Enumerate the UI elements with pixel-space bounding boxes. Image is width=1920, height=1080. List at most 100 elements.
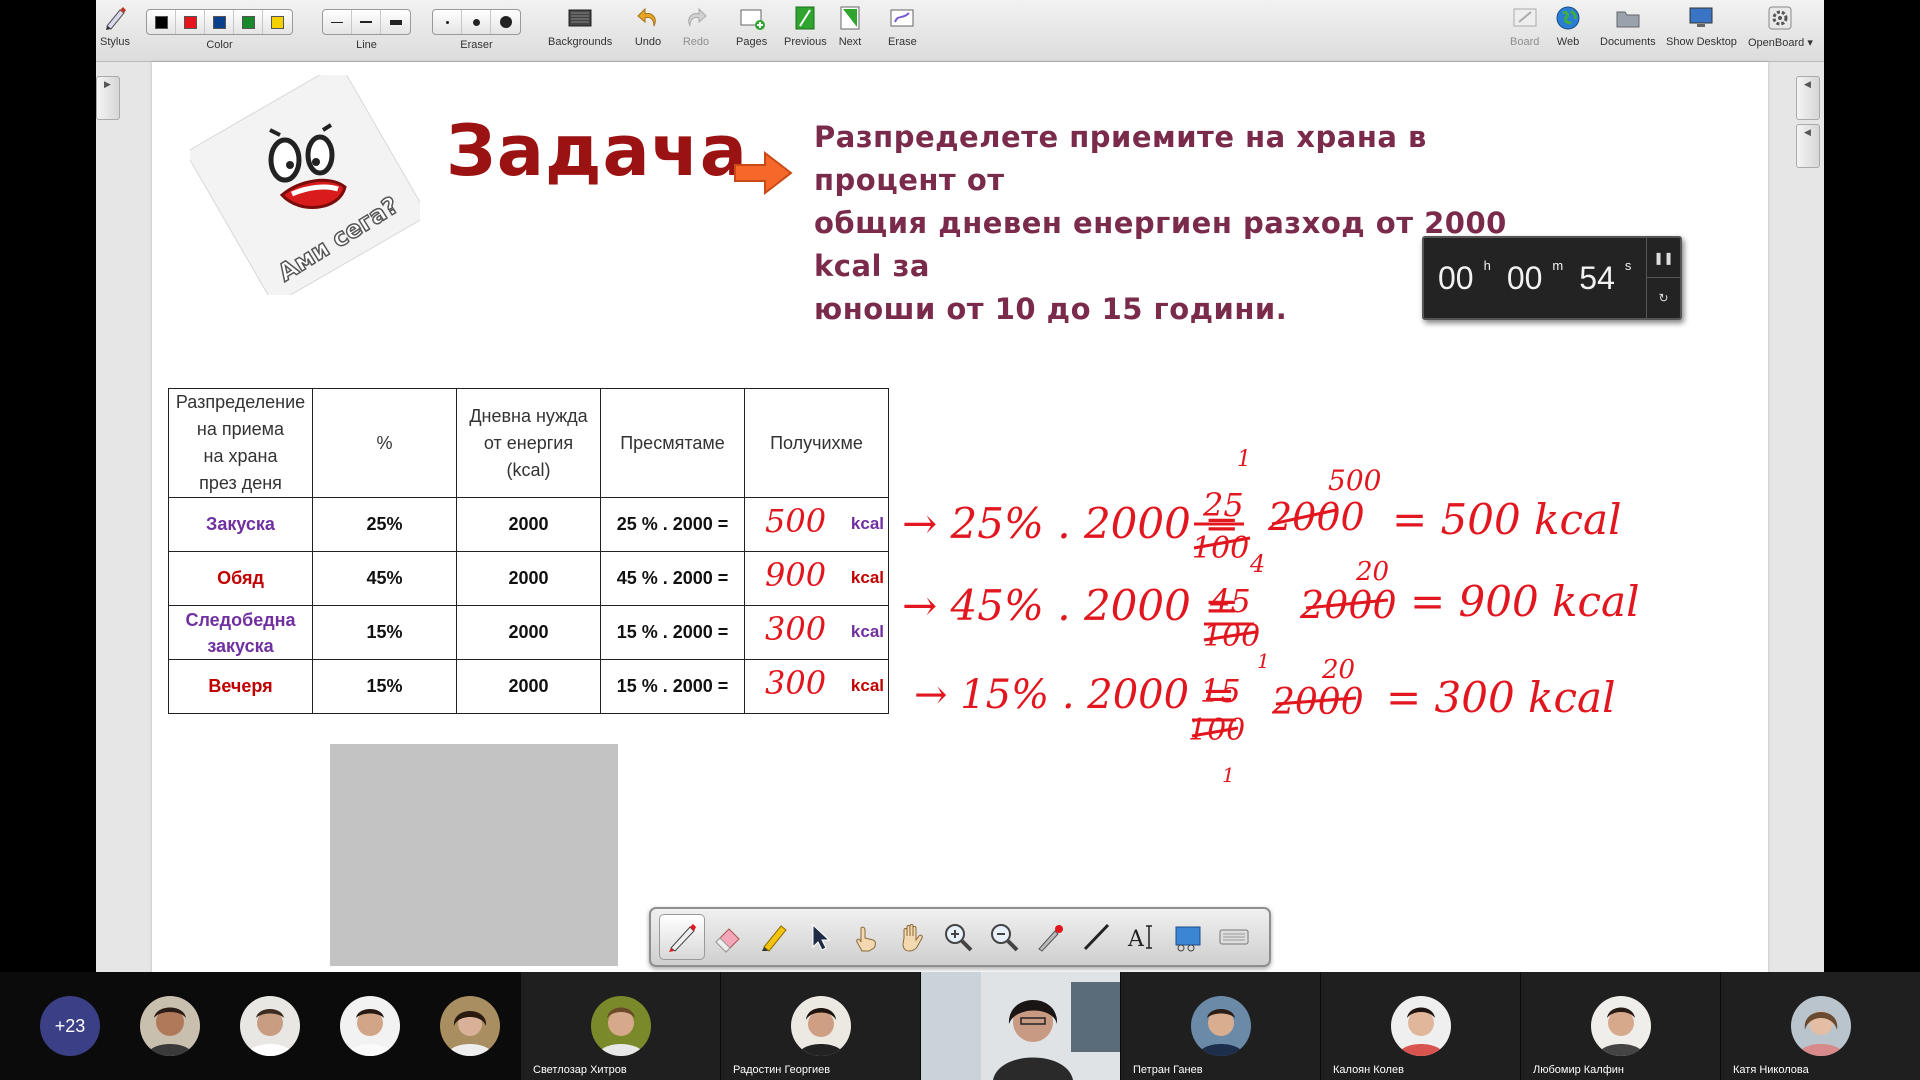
- slide-title: Задача: [446, 110, 749, 192]
- table-header-cell: Дневна нужда от енергия (kcal): [456, 388, 601, 498]
- participant-tile[interactable]: Радостин Георгиев: [721, 972, 920, 1080]
- participant-name: Калоян Колев: [1333, 1064, 1404, 1076]
- previous-button[interactable]: Previous: [784, 4, 827, 48]
- table-row: Обяд 45% 2000 45 % . 2000 = 900 kcal: [168, 551, 889, 606]
- color-yellow-button[interactable]: [263, 10, 292, 34]
- header-line: на храна: [203, 446, 278, 466]
- screen: Stylus Color Line Eraser Backgrounds Und…: [0, 0, 1920, 1080]
- calc-cell: 25 % . 2000 =: [600, 497, 745, 552]
- pointer-icon: [812, 923, 831, 951]
- energy-cell: 2000: [456, 659, 601, 714]
- participant-avatar[interactable]: [140, 996, 200, 1056]
- web-button[interactable]: Web: [1554, 4, 1582, 48]
- zoom-in-icon: [945, 924, 973, 952]
- board-button[interactable]: Board: [1510, 4, 1539, 48]
- line-thick-button[interactable]: [381, 10, 410, 34]
- backgrounds-button[interactable]: Backgrounds: [548, 4, 612, 48]
- reset-icon: ↻: [1658, 291, 1669, 305]
- hand-icon: [902, 924, 923, 952]
- pen-tool-button[interactable]: [659, 914, 705, 960]
- participant-tile[interactable]: Петран Ганев: [1121, 972, 1320, 1080]
- highlighter-tool-button[interactable]: [751, 914, 797, 960]
- line-medium-button[interactable]: [352, 10, 381, 34]
- eraser-large-button[interactable]: [491, 10, 520, 34]
- result-unit: kcal: [850, 514, 884, 533]
- backgrounds-label: Backgrounds: [548, 36, 613, 48]
- timer-m-unit: m: [1552, 258, 1564, 273]
- participant-tile[interactable]: Любомир Калфин: [1521, 972, 1720, 1080]
- properties-icon: ◀: [1804, 128, 1811, 138]
- energy-cell: 2000: [456, 497, 601, 552]
- result-value: 300: [765, 664, 827, 702]
- pen-icon: [669, 924, 696, 952]
- participant-tile[interactable]: Катя Николова: [1721, 972, 1920, 1080]
- play-tool-button[interactable]: [843, 914, 889, 960]
- pages-icon: [738, 4, 766, 32]
- result-cell: 500 kcal: [744, 497, 889, 552]
- board-label: Board: [1510, 36, 1540, 48]
- next-button[interactable]: Next: [836, 4, 864, 48]
- color-green-button[interactable]: [234, 10, 263, 34]
- teacher-video-tile[interactable]: [921, 972, 1120, 1080]
- color-blue-button[interactable]: [205, 10, 234, 34]
- laser-pointer-tool-button[interactable]: [1027, 914, 1073, 960]
- line-thin-button[interactable]: [323, 10, 352, 34]
- stopwatch-widget[interactable]: 00 h 00 m 54 s ❚❚ ↻: [1422, 236, 1682, 320]
- zoom-out-icon: [991, 924, 1019, 952]
- participant-avatar[interactable]: [340, 996, 400, 1056]
- timer-minutes: 00: [1506, 260, 1543, 296]
- right-panel-toggle-library[interactable]: ◀: [1796, 76, 1820, 120]
- more-participants-button[interactable]: +23: [40, 996, 100, 1056]
- erase-button[interactable]: Erase: [888, 4, 917, 48]
- color-black-button[interactable]: [147, 10, 176, 34]
- previous-icon: [791, 4, 819, 32]
- backgrounds-icon: [566, 4, 594, 32]
- show-desktop-button[interactable]: Show Desktop: [1666, 4, 1737, 48]
- energy-cell: 2000: [456, 605, 601, 660]
- color-label: Color: [206, 39, 233, 51]
- keyboard-tool-button[interactable]: [1211, 914, 1257, 960]
- table-header-cell: Получихме: [744, 388, 889, 498]
- stylus-button[interactable]: Stylus: [100, 4, 130, 48]
- participant-name: Петран Ганев: [1133, 1064, 1203, 1076]
- next-label: Next: [838, 36, 862, 48]
- header-line: Пресмятаме: [620, 432, 725, 453]
- hand-tool-button[interactable]: [889, 914, 935, 960]
- participant-tile[interactable]: Калоян Колев: [1321, 972, 1520, 1080]
- zoom-out-tool-button[interactable]: [981, 914, 1027, 960]
- openboard-menu-button[interactable]: OpenBoard ▾: [1748, 4, 1813, 49]
- eraser-tool-button[interactable]: [705, 914, 751, 960]
- text-tool-button[interactable]: A: [1119, 914, 1165, 960]
- eraser-medium-button[interactable]: [462, 10, 491, 34]
- participant-avatar[interactable]: [240, 996, 300, 1056]
- right-panel-toggle-properties[interactable]: ◀: [1796, 124, 1820, 168]
- pause-button[interactable]: ❚❚: [1647, 238, 1680, 278]
- reset-button[interactable]: ↻: [1647, 278, 1680, 318]
- documents-button[interactable]: Documents: [1600, 4, 1656, 48]
- web-label: Web: [1556, 36, 1580, 48]
- meal-line: закуска: [207, 635, 274, 656]
- header-line: %: [376, 432, 393, 453]
- calc-cell: 15 % . 2000 =: [600, 605, 745, 660]
- redo-button[interactable]: Redo: [682, 4, 710, 48]
- gear-icon: [1766, 4, 1794, 32]
- pages-button[interactable]: Pages: [736, 4, 767, 48]
- zoom-in-tool-button[interactable]: [935, 914, 981, 960]
- placeholder-rectangle[interactable]: [330, 744, 618, 966]
- select-tool-button[interactable]: [797, 914, 843, 960]
- timer-hours: 00: [1438, 260, 1474, 296]
- play-icon: ▶: [104, 80, 111, 90]
- eraser-icon: [715, 928, 740, 953]
- left-panel-toggle[interactable]: ▶: [96, 76, 120, 120]
- line-tool-button[interactable]: [1073, 914, 1119, 960]
- color-red-button[interactable]: [176, 10, 205, 34]
- capture-tool-button[interactable]: [1165, 914, 1211, 960]
- laser-pointer-icon: [1038, 925, 1063, 952]
- line-group: Line: [322, 4, 411, 51]
- undo-button[interactable]: Undo: [634, 4, 662, 48]
- eraser-small-button[interactable]: [433, 10, 462, 34]
- stylus-icon: [101, 4, 129, 32]
- participant-tile[interactable]: Светлозар Хитров: [521, 972, 720, 1080]
- globe-icon: [1554, 4, 1582, 32]
- participant-avatar[interactable]: [440, 996, 500, 1056]
